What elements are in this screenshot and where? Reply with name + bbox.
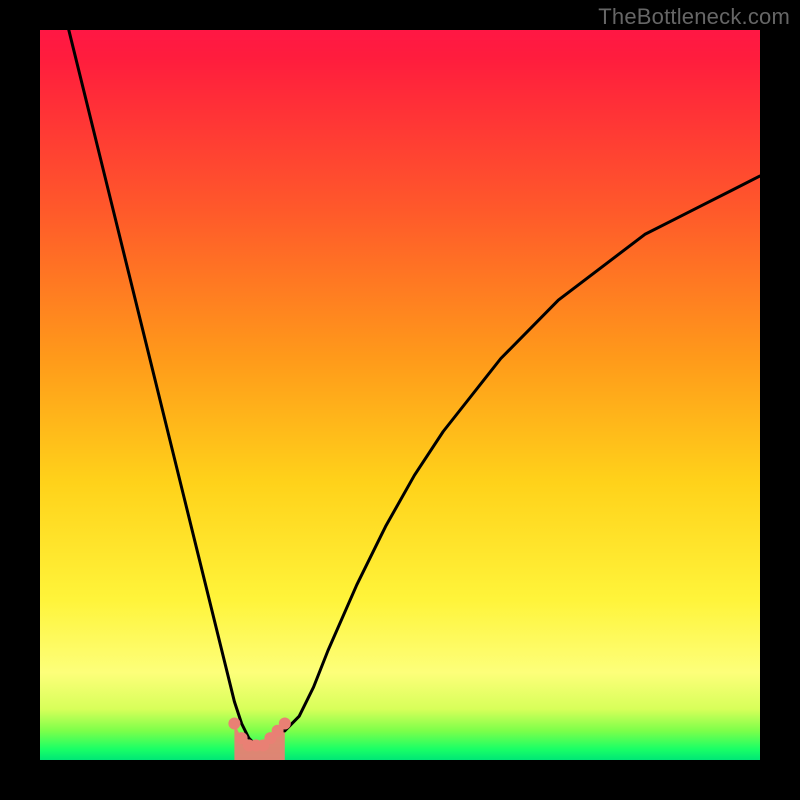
chart-frame: TheBottleneck.com xyxy=(0,0,800,800)
axis-spacer-bottom xyxy=(40,760,760,800)
curve-layer xyxy=(40,30,760,760)
watermark-text: TheBottleneck.com xyxy=(598,4,790,30)
plot-area xyxy=(40,30,760,760)
bottleneck-curve xyxy=(69,30,760,745)
